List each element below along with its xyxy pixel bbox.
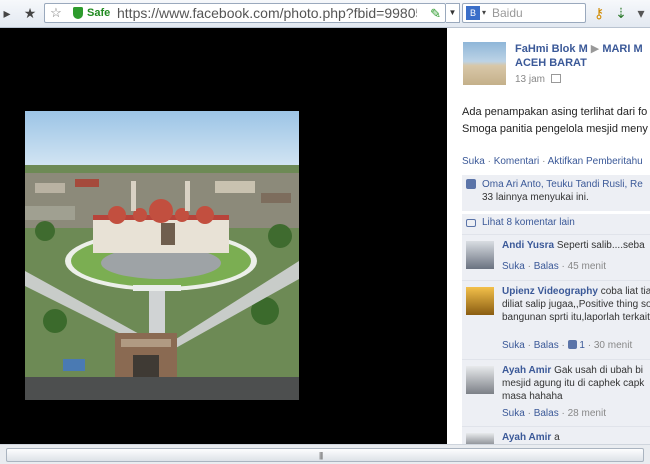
- search-bar[interactable]: B ▾ Baidu: [462, 3, 586, 23]
- comment-text: Seperti salib....seba: [556, 240, 645, 251]
- post-sidebar: FaHmi Blok M ▶ MARI M ACEH BARAT 13 jam …: [447, 28, 650, 444]
- post-text: Ada penampakan asing terlihat dari fo Sm…: [462, 104, 650, 138]
- like-link[interactable]: Suka: [462, 156, 485, 167]
- comment-body: Ayah Amir a: [502, 431, 650, 444]
- separator: ·: [527, 261, 531, 272]
- commenter-name[interactable]: Andi Yusra: [502, 240, 554, 251]
- comment-body: Upienz Videography coba liat tia diliat …: [502, 285, 650, 324]
- bookmark-star-icon[interactable]: ★: [21, 4, 39, 22]
- likers-names[interactable]: Oma Ari Anto, Teuku Tandi Rusli, Re: [482, 179, 643, 190]
- separator: ·: [561, 408, 565, 419]
- thumbs-up-icon: [466, 179, 476, 189]
- search-engine-icon[interactable]: B: [466, 6, 480, 20]
- star-outline-icon[interactable]: ☆: [47, 4, 65, 22]
- safe-badge[interactable]: Safe: [73, 5, 110, 21]
- comment-body: Andi Yusra Seperti salib....seba: [502, 239, 650, 252]
- poster-avatar[interactable]: [463, 42, 506, 85]
- post-header: FaHmi Blok M ▶ MARI M ACEH BARAT: [515, 42, 650, 70]
- comment-body: Ayah Amir Gak usah di ubah bi mesjid agu…: [502, 364, 650, 403]
- browser-toolbar: ▸ ★ ☆ Safe https://www.facebook.com/phot…: [0, 0, 650, 28]
- comment-item: Ayah Amir a: [462, 426, 650, 444]
- comment-time[interactable]: 30 menit: [594, 340, 632, 351]
- shield-icon: [73, 7, 83, 19]
- comment-text: a: [554, 432, 560, 443]
- comment-item: Ayah Amir Gak usah di ubah bi mesjid agu…: [462, 359, 650, 426]
- separator: ·: [561, 261, 565, 272]
- comment-reply-link[interactable]: Balas: [534, 340, 559, 351]
- separator: ·: [527, 340, 531, 351]
- url-dropdown-button[interactable]: ▼: [446, 3, 460, 23]
- search-input[interactable]: Baidu: [492, 4, 523, 22]
- url-text[interactable]: https://www.facebook.com/photo.php?fbid=…: [117, 5, 417, 22]
- audience-icon[interactable]: [550, 74, 561, 83]
- history-dropdown-icon[interactable]: ▸: [0, 4, 16, 22]
- commenter-avatar[interactable]: [466, 366, 494, 394]
- comment-item: Andi Yusra Seperti salib....seba Suka · …: [462, 234, 650, 280]
- comment-time[interactable]: 28 menit: [568, 408, 606, 419]
- post-time-text[interactable]: 13 jam: [515, 74, 545, 85]
- safe-label: Safe: [87, 7, 111, 19]
- menu-icon[interactable]: ▾: [632, 4, 650, 22]
- view-more-comments-label[interactable]: Lihat 8 komentar lain: [482, 217, 575, 228]
- thumbs-up-icon: [567, 340, 577, 349]
- likes-count-text[interactable]: 33 lainnya menyukai ini.: [482, 192, 589, 203]
- comment-item: Upienz Videography coba liat tia diliat …: [462, 280, 650, 359]
- view-more-comments[interactable]: Lihat 8 komentar lain: [462, 213, 650, 234]
- download-icon[interactable]: ⇣: [612, 4, 630, 22]
- commenter-name[interactable]: Ayah Amir: [502, 365, 551, 376]
- chevron-down-icon[interactable]: ▾: [482, 6, 486, 20]
- scrollbar-thumb[interactable]: |||: [6, 448, 644, 462]
- likes-summary: Oma Ari Anto, Teuku Tandi Rusli, Re 33 l…: [462, 175, 650, 211]
- comment-meta: Suka · Balas · 28 menit: [502, 408, 606, 419]
- grip-icon: |||: [319, 451, 323, 460]
- notifications-link[interactable]: Aktifkan Pemberitahu: [548, 156, 643, 167]
- comment-reply-link[interactable]: Balas: [534, 261, 559, 272]
- leaf-icon[interactable]: ✎: [430, 5, 441, 22]
- comment-like-link[interactable]: Suka: [502, 408, 525, 419]
- comment-reply-link[interactable]: Balas: [534, 408, 559, 419]
- commenter-avatar[interactable]: [466, 287, 494, 315]
- separator: ·: [561, 340, 565, 351]
- post-text-line: Ada penampakan asing terlihat dari fo: [462, 106, 648, 118]
- separator: ·: [487, 156, 491, 167]
- commenter-avatar[interactable]: [466, 241, 494, 269]
- commenter-name[interactable]: Ayah Amir: [502, 432, 551, 443]
- comment-meta: Suka · Balas · 45 menit: [502, 261, 606, 272]
- commenter-name[interactable]: Upienz Videography: [502, 286, 598, 297]
- comment-meta: Suka · Balas · 1 · 30 menit: [502, 340, 632, 351]
- separator: ·: [527, 408, 531, 419]
- poster-name-link[interactable]: FaHmi Blok M: [515, 43, 588, 55]
- arrow-right-icon: ▶: [590, 43, 600, 55]
- comment-time[interactable]: 45 menit: [568, 261, 606, 272]
- likes-text[interactable]: Oma Ari Anto, Teuku Tandi Rusli, Re 33 l…: [482, 178, 650, 204]
- commenter-avatar[interactable]: [466, 433, 494, 444]
- post-text-line: Smoga panitia pengelola mesjid meny: [462, 123, 648, 135]
- comment-likes-count[interactable]: 1: [579, 340, 585, 351]
- comment-link[interactable]: Komentari: [494, 156, 540, 167]
- key-icon[interactable]: ⚷: [590, 4, 608, 22]
- separator: ·: [587, 340, 592, 351]
- comment-bubble-icon: [466, 219, 476, 227]
- address-bar[interactable]: ☆ Safe https://www.facebook.com/photo.ph…: [44, 3, 446, 23]
- separator: ·: [542, 156, 546, 167]
- post-actions: Suka · Komentari · Aktifkan Pemberitahu: [462, 156, 643, 167]
- mosque-aerial-photo[interactable]: [25, 111, 299, 400]
- comment-like-link[interactable]: Suka: [502, 340, 525, 351]
- horizontal-scrollbar[interactable]: |||: [0, 444, 650, 464]
- post-time[interactable]: 13 jam: [515, 74, 561, 85]
- comment-like-link[interactable]: Suka: [502, 261, 525, 272]
- photo-viewer: [0, 28, 447, 444]
